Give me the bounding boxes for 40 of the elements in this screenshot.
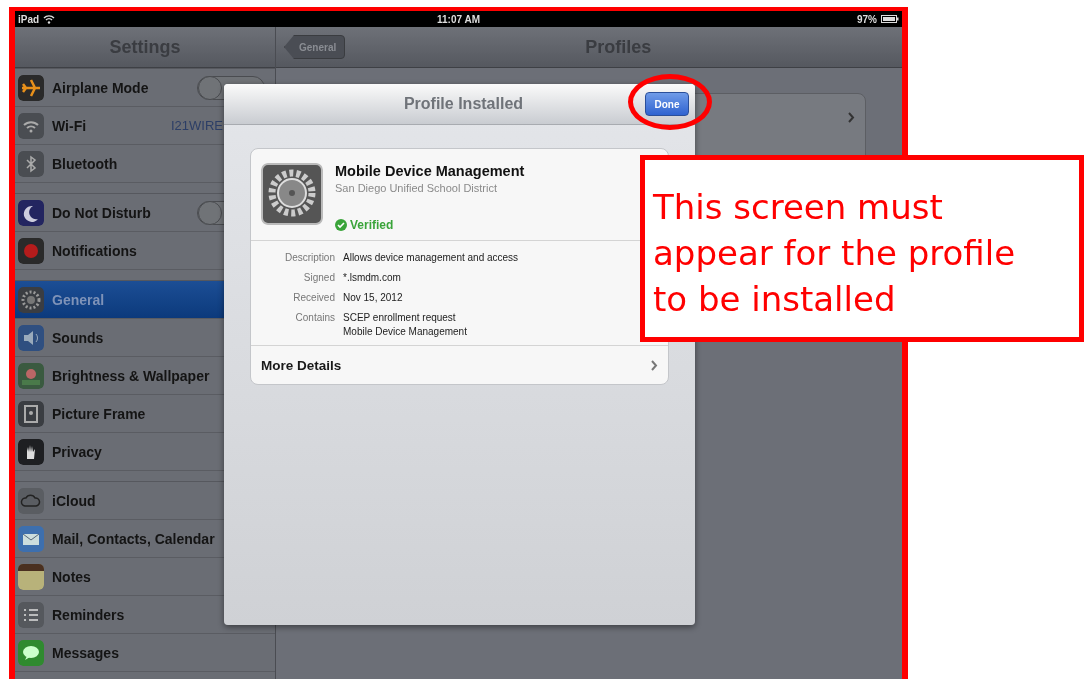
detail-label: Description	[283, 251, 335, 265]
battery-percent: 97%	[857, 13, 877, 25]
callout-text: This screen must appear for the profile to be installed	[640, 155, 1084, 342]
battery-icon	[881, 15, 899, 23]
detail-value: Mobile Device Management	[343, 325, 468, 339]
wifi-network-value: I21WIRE	[171, 118, 223, 133]
detail-label: Received	[292, 291, 335, 305]
envelope-icon	[18, 525, 44, 552]
checkmark-icon	[335, 219, 347, 231]
record-icon	[18, 237, 44, 264]
picture-frame-icon	[18, 400, 44, 427]
detail-label: Signed	[302, 271, 335, 285]
dialog-title: Profile Installed	[402, 95, 524, 113]
speech-bubble-icon	[18, 639, 44, 666]
airplane-icon	[18, 74, 44, 101]
detail-value: Nov 15, 2012	[343, 291, 404, 305]
wifi-icon	[18, 112, 44, 139]
hand-icon	[18, 438, 44, 465]
detail-value: Allows device management and access	[343, 251, 520, 265]
verified-status: Verified	[350, 218, 394, 232]
device-name: iPad	[18, 13, 40, 25]
checklist-icon	[18, 601, 44, 628]
notepad-icon	[18, 563, 44, 590]
wifi-icon	[43, 14, 56, 24]
profile-organization: San Diego Unified School District	[335, 182, 499, 194]
cloud-icon	[18, 487, 44, 514]
detail-label: Contains	[294, 311, 335, 325]
speaker-icon	[18, 324, 44, 351]
status-time: 11:07 AM	[437, 13, 480, 25]
gear-icon	[18, 286, 44, 313]
done-button[interactable]: Done	[645, 92, 689, 116]
detail-value: SCEP enrollment request	[343, 311, 457, 325]
back-button[interactable]: General	[284, 35, 346, 59]
detail-value: *.lsmdm.com	[343, 271, 402, 285]
profile-name: Mobile Device Management	[335, 163, 525, 179]
gear-icon	[261, 163, 323, 225]
chevron-icon	[848, 112, 855, 123]
moon-icon	[18, 199, 44, 226]
bluetooth-icon	[18, 150, 44, 177]
chevron-icon	[651, 359, 658, 371]
